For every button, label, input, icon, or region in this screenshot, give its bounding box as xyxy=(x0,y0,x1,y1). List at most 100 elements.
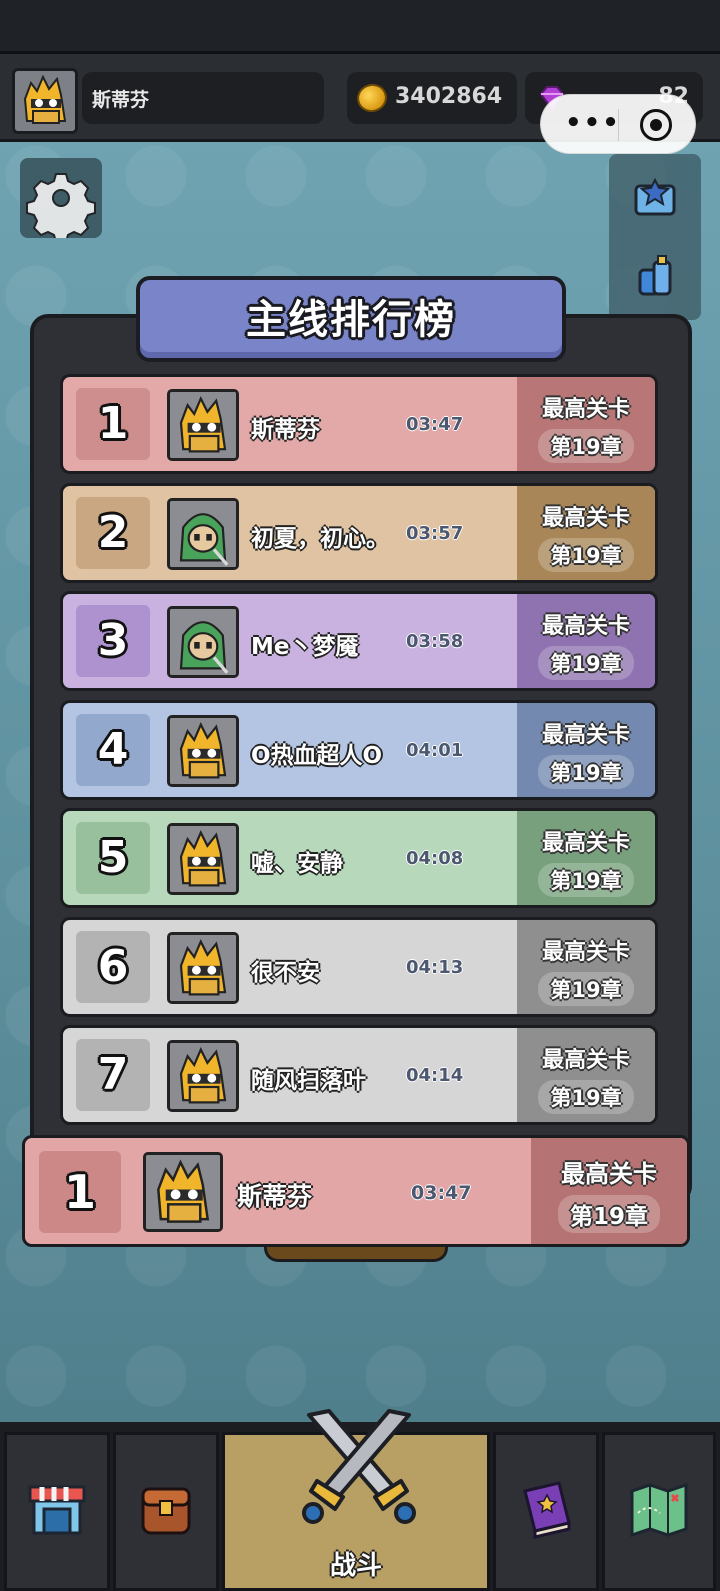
rank-badge: 2 xyxy=(76,497,150,569)
leaderboard-row[interactable]: 4 O热血超人O 04:01 最高关卡第19章 xyxy=(60,700,658,800)
nav-book[interactable] xyxy=(493,1432,599,1591)
player-portrait xyxy=(167,932,239,1004)
clear-time: 04:13 xyxy=(406,957,464,978)
rank-badge: 5 xyxy=(76,822,150,894)
player-name: 初夏，初心。 xyxy=(251,526,389,552)
nav-map[interactable] xyxy=(602,1432,716,1591)
close-program-icon[interactable] xyxy=(640,109,672,141)
clear-time: 03:47 xyxy=(406,414,464,435)
chapter-chip: 第19章 xyxy=(538,972,634,1006)
nav-bag[interactable] xyxy=(113,1432,219,1591)
ninja-avatar-icon xyxy=(170,392,236,458)
spellbook-icon xyxy=(523,1481,571,1539)
clear-time: 03:58 xyxy=(406,631,464,652)
my-player-name: 斯蒂芬 xyxy=(237,1182,313,1211)
my-stage-label: 最高关卡 xyxy=(561,1160,657,1188)
player-portrait xyxy=(167,606,239,678)
stage-info: 最高关卡 第19章 xyxy=(517,1028,655,1122)
leaderboard-row[interactable]: 1 斯蒂芬 03:47 最高关卡第19章 xyxy=(60,374,658,474)
clear-time: 04:01 xyxy=(406,740,464,761)
coin-value: 3402864 xyxy=(395,84,503,109)
leaderboard-row[interactable]: 7 随风扫落叶 04:14 最高关卡 第19章 xyxy=(60,1025,658,1125)
settings-button[interactable] xyxy=(20,158,102,243)
rank-badge: 4 xyxy=(76,714,150,786)
player-portrait xyxy=(167,715,239,787)
leaderboard-title-plate: 主线排行榜 xyxy=(136,276,566,362)
chapter-chip: 第19章 xyxy=(538,429,634,463)
player-portrait xyxy=(167,823,239,895)
side-shortcuts xyxy=(609,154,701,320)
hooded-avatar-icon xyxy=(170,501,236,567)
rank-number: 2 xyxy=(97,507,129,558)
leaderboard-row[interactable]: 3 Me丶梦魇 03:58 最高关卡 第19章 xyxy=(60,591,658,691)
chapter-chip: 第19章 xyxy=(538,646,634,680)
gear-icon xyxy=(26,173,96,243)
mail-icon[interactable] xyxy=(630,172,680,222)
ninja-avatar-icon xyxy=(170,718,236,784)
stage-info: 最高关卡第19章 xyxy=(517,377,655,471)
stage-info: 最高关卡第19章 xyxy=(517,811,655,905)
stage-label: 最高关卡 xyxy=(541,831,630,856)
rank-badge: 7 xyxy=(76,1039,150,1111)
ninja-avatar-icon xyxy=(170,935,236,1001)
my-rank-number: 1 xyxy=(63,1165,96,1219)
player-avatar-icon xyxy=(15,71,75,131)
rank-number: 5 xyxy=(97,832,129,883)
player-name: 很不安 xyxy=(251,960,320,986)
ninja-avatar-icon xyxy=(170,826,236,892)
leaderboard-row[interactable]: 6 很不安 04:13 最高关卡 第19章 xyxy=(60,917,658,1017)
stage-label: 最高关卡 xyxy=(541,506,630,531)
rank-number: 3 xyxy=(97,615,129,666)
player-name: 随风扫落叶 xyxy=(251,1068,366,1094)
chapter-chip: 第19章 xyxy=(538,863,634,897)
my-chapter-chip: 第19章 xyxy=(557,1195,660,1233)
more-icon[interactable]: ••• xyxy=(565,110,619,137)
rank-number: 6 xyxy=(97,941,129,992)
player-avatar[interactable] xyxy=(12,68,78,134)
my-rank-row[interactable]: 1 斯蒂芬 03:47 最高关卡 第19章 xyxy=(22,1135,690,1247)
player-name: O热血超人O xyxy=(251,743,383,769)
rank-badge: 1 xyxy=(76,388,150,460)
shop-icon xyxy=(28,1485,86,1535)
player-portrait xyxy=(167,1040,239,1112)
chapter-chip: 第19章 xyxy=(538,1080,634,1114)
map-icon xyxy=(630,1482,688,1538)
leaderboard-row[interactable]: 5 嘘、安静 04:08 最高关卡第19章 xyxy=(60,808,658,908)
nav-battle[interactable]: 战斗 xyxy=(222,1409,490,1591)
player-name: 嘘、安静 xyxy=(251,851,343,877)
nav-shop[interactable] xyxy=(4,1432,110,1591)
rank-badge: 3 xyxy=(76,605,150,677)
player-name: 斯蒂芬 xyxy=(82,72,324,124)
mini-program-capsule: ••• xyxy=(540,94,696,154)
player-portrait xyxy=(167,389,239,461)
rank-number: 4 xyxy=(97,724,129,775)
crossed-swords-icon xyxy=(302,1409,416,1524)
hooded-avatar-icon xyxy=(170,609,236,675)
clear-time: 04:14 xyxy=(406,1065,464,1086)
clear-time: 04:08 xyxy=(406,848,464,869)
top-app-bar xyxy=(0,0,720,54)
my-stage-info: 最高关卡 第19章 xyxy=(531,1138,687,1244)
backpack-icon xyxy=(141,1487,191,1535)
capsule-divider xyxy=(618,109,619,141)
stage-label: 最高关卡 xyxy=(541,397,630,422)
my-avatar xyxy=(143,1152,223,1232)
chapter-chip: 第19章 xyxy=(538,755,634,789)
stage-info: 最高关卡第19章 xyxy=(517,486,655,580)
chapter-chip: 第19章 xyxy=(538,538,634,572)
leaderboard-row[interactable]: 2 初夏，初心。 03:57 最高关卡第19章 xyxy=(60,483,658,583)
coin-counter[interactable]: 3402864 xyxy=(347,72,517,124)
player-portrait xyxy=(167,498,239,570)
rank-number: 7 xyxy=(97,1049,129,1100)
rank-badge: 6 xyxy=(76,931,150,1003)
player-name: 斯蒂芬 xyxy=(251,417,320,443)
potion-icon[interactable] xyxy=(630,250,680,300)
my-clear-time: 03:47 xyxy=(411,1182,472,1204)
ninja-avatar-icon xyxy=(146,1155,220,1229)
clear-time: 03:57 xyxy=(406,523,464,544)
my-rank-badge: 1 xyxy=(39,1151,121,1233)
ninja-avatar-icon xyxy=(170,1043,236,1109)
rank-number: 1 xyxy=(97,398,129,449)
stage-label: 最高关卡 xyxy=(541,723,630,748)
nav-battle-label: 战斗 xyxy=(329,1551,382,1581)
